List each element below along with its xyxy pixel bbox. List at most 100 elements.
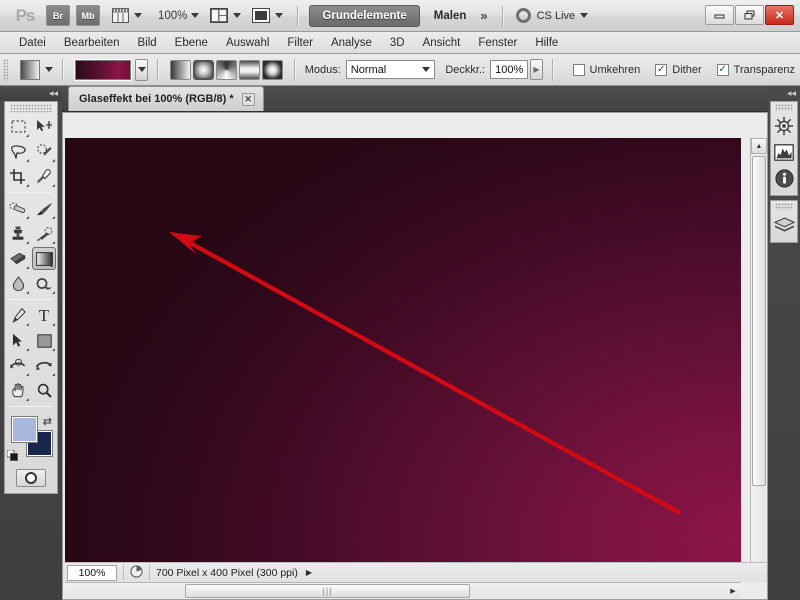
tool-preset-picker[interactable] <box>20 59 40 80</box>
quick-mask-button[interactable] <box>16 469 46 487</box>
tool-preset-caret-icon[interactable] <box>44 67 53 72</box>
menu-item-ebene[interactable]: Ebene <box>166 34 217 52</box>
bridge-button[interactable]: Br <box>46 5 70 26</box>
dither-checkbox-box[interactable]: ✓ <box>655 63 668 76</box>
options-bar-grip[interactable] <box>3 58 9 81</box>
minimize-button[interactable] <box>705 5 734 25</box>
transparency-checkbox[interactable]: ✓ Transparenz <box>716 63 800 76</box>
screen-mode-dropdown-caret[interactable] <box>275 13 284 18</box>
swap-colors-icon[interactable]: ⇄ <box>43 415 52 428</box>
arrange-dropdown-caret[interactable] <box>233 13 242 18</box>
image-canvas[interactable] <box>65 138 741 563</box>
workspace-tab-malen[interactable]: Malen <box>434 10 467 22</box>
foreground-color-swatch[interactable] <box>11 416 38 443</box>
document-tab[interactable]: Glaseffekt bei 100% (RGB/8) * ✕ <box>68 86 264 111</box>
linear-gradient-button[interactable] <box>169 59 191 80</box>
radial-gradient-button[interactable] <box>192 59 214 80</box>
navigator-panel-icon[interactable] <box>771 113 797 139</box>
reflected-gradient-button[interactable] <box>238 59 260 80</box>
opacity-input[interactable]: 100% <box>490 60 529 79</box>
menu-item-fenster[interactable]: Fenster <box>469 34 526 52</box>
dither-checkbox-label: Dither <box>672 63 702 76</box>
horizontal-scroll-thumb[interactable]: ||| <box>185 584 470 598</box>
hand-tool[interactable] <box>5 378 31 403</box>
transparency-checkbox-label: Transparenz <box>733 63 795 76</box>
menu-item-bild[interactable]: Bild <box>128 34 165 52</box>
workspace-tab-grundelemente[interactable]: Grundelemente <box>309 4 420 27</box>
cs-live-button[interactable]: CS Live <box>515 8 589 23</box>
scroll-up-arrow-icon[interactable]: ▲ <box>751 138 767 154</box>
screen-mode-icon[interactable] <box>251 7 271 25</box>
default-colors-icon[interactable] <box>6 449 18 461</box>
history-brush-tool[interactable] <box>31 221 57 246</box>
histogram-panel-icon[interactable] <box>771 139 797 165</box>
pen-tool[interactable] <box>5 303 31 328</box>
status-expand-arrow-icon[interactable]: ▶ <box>306 568 312 577</box>
info-panel-icon[interactable] <box>771 165 797 191</box>
angle-gradient-button[interactable] <box>215 59 237 80</box>
canvas-vertical-scrollbar[interactable]: ▲ <box>750 138 767 563</box>
right-dock-collapse-icon[interactable]: ◂◂ <box>787 88 796 99</box>
opacity-slider-button[interactable]: ▶ <box>530 59 543 80</box>
rectangle-tool[interactable] <box>31 328 57 353</box>
canvas-viewport[interactable] <box>65 138 741 563</box>
layers-panel-icon[interactable] <box>771 212 797 238</box>
close-button[interactable]: ✕ <box>765 5 794 25</box>
gradient-picker-caret-icon[interactable] <box>135 58 148 81</box>
dodge-tool[interactable] <box>31 271 57 296</box>
brush-tool[interactable] <box>31 196 57 221</box>
menu-item-datei[interactable]: Datei <box>10 34 55 52</box>
horizontal-type-tool[interactable]: T <box>31 303 57 328</box>
eyedropper-tool[interactable] <box>31 164 57 189</box>
reverse-checkbox-box[interactable] <box>572 63 585 76</box>
menu-item-filter[interactable]: Filter <box>278 34 322 52</box>
right-dock-group-2-grip[interactable] <box>775 203 793 210</box>
path-selection-tool[interactable] <box>5 328 31 353</box>
canvas-horizontal-scrollbar[interactable]: ||| ▶ <box>65 582 741 598</box>
scroll-right-arrow-icon[interactable]: ▶ <box>725 583 741 599</box>
arrange-documents-icon[interactable] <box>209 7 229 25</box>
menu-item-ansicht[interactable]: Ansicht <box>414 34 470 52</box>
lasso-tool[interactable] <box>5 139 31 164</box>
rectangular-marquee-tool[interactable] <box>5 114 31 139</box>
reverse-checkbox[interactable]: Umkehren <box>572 63 646 76</box>
zoom-dropdown-caret[interactable] <box>191 13 200 18</box>
tools-collapse-icon[interactable]: ◂◂ <box>49 88 58 99</box>
menu-item-hilfe[interactable]: Hilfe <box>526 34 567 52</box>
gradient-preview-swatch[interactable] <box>73 58 133 81</box>
maximize-restore-button[interactable] <box>735 5 764 25</box>
quick-selection-tool[interactable] <box>31 139 57 164</box>
opacity-label: Deckkr.: <box>445 63 486 76</box>
document-sizes-icon[interactable] <box>130 564 143 581</box>
blend-mode-select[interactable]: Normal <box>345 60 436 79</box>
workspace-more-chevron-icon[interactable]: » <box>480 8 487 23</box>
view-extras-icon[interactable] <box>110 7 130 25</box>
tools-panel-grip[interactable] <box>10 104 52 113</box>
zoom-level-input[interactable]: 100% <box>67 564 117 581</box>
rotate-3d-object-tool[interactable] <box>5 353 31 378</box>
diamond-gradient-button[interactable] <box>261 59 283 80</box>
menu-item-bearbeiten[interactable]: Bearbeiten <box>55 34 129 52</box>
blend-mode-caret-icon[interactable] <box>422 67 431 72</box>
blur-tool[interactable] <box>5 271 31 296</box>
document-tab-close-icon[interactable]: ✕ <box>241 92 255 106</box>
menu-item-auswahl[interactable]: Auswahl <box>217 34 278 52</box>
zoom-tool[interactable] <box>31 378 57 403</box>
eraser-tool[interactable] <box>5 246 31 271</box>
move-tool[interactable] <box>31 114 57 139</box>
gradient-tool[interactable] <box>32 247 56 270</box>
right-dock-group-1-grip[interactable] <box>775 104 793 111</box>
view-extras-dropdown-caret[interactable] <box>134 13 142 18</box>
vertical-scroll-thumb[interactable] <box>752 156 766 486</box>
menu-item-analyse[interactable]: Analyse <box>322 34 381 52</box>
rotate-3d-camera-tool[interactable] <box>31 353 57 378</box>
dither-checkbox[interactable]: ✓ Dither <box>655 63 706 76</box>
mini-bridge-button[interactable]: Mb <box>76 5 100 26</box>
menu-item-3d[interactable]: 3D <box>381 34 414 52</box>
opacity-value: 100% <box>495 63 524 76</box>
spot-healing-brush-tool[interactable] <box>5 196 31 221</box>
cs-live-caret-icon[interactable] <box>580 13 589 18</box>
crop-tool[interactable] <box>5 164 31 189</box>
transparency-checkbox-box[interactable]: ✓ <box>716 63 729 76</box>
clone-stamp-tool[interactable] <box>5 221 31 246</box>
